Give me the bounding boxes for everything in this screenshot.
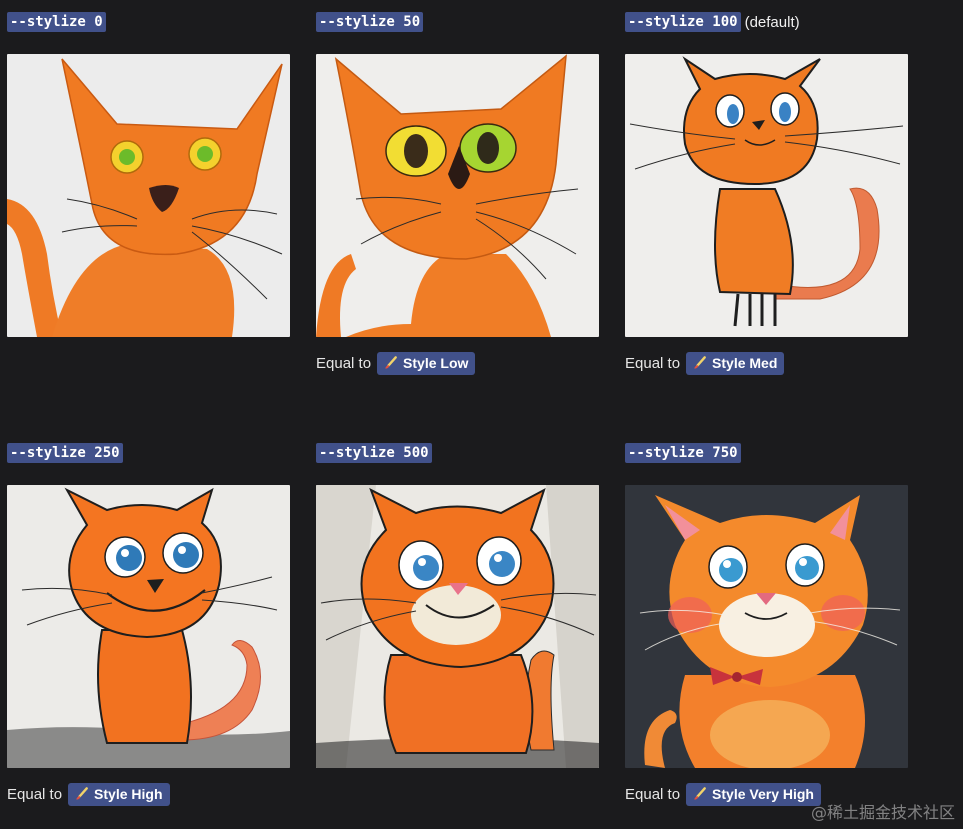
param-row: --stylize 0 — [7, 11, 297, 33]
param-tag: --stylize 100 — [625, 12, 741, 32]
equal-to-row: Equal to Style Very High — [625, 782, 821, 806]
param-tag: --stylize 50 — [316, 12, 424, 32]
param-row: --stylize 500 — [316, 442, 606, 464]
param-tag: --stylize 750 — [625, 443, 741, 463]
style-very-high-button[interactable]: Style Very High — [686, 782, 821, 806]
param-row: --stylize 250 — [7, 442, 297, 464]
style-high-button[interactable]: Style High — [68, 782, 170, 806]
cat-image-stylize-100[interactable] — [625, 54, 908, 337]
style-med-button[interactable]: Style Med — [686, 351, 785, 375]
param-row: --stylize 750 — [625, 442, 915, 464]
panel-stylize-0: --stylize 0 — [7, 11, 297, 33]
param-tag: --stylize 500 — [316, 443, 432, 463]
cat-drawing-crayon-500 — [316, 485, 599, 768]
cat-drawing-crayon-50 — [316, 54, 599, 337]
equal-to-label: Equal to — [625, 354, 681, 372]
equal-to-label: Equal to — [7, 785, 63, 803]
param-row: --stylize 100 (default) — [625, 11, 915, 33]
paintbrush-icon — [694, 786, 706, 800]
default-note: (default) — [744, 13, 800, 31]
param-tag: --stylize 0 — [7, 12, 106, 32]
style-pill-label: Style Low — [403, 355, 469, 371]
paintbrush-icon — [385, 355, 397, 369]
cat-drawing-crayon-250 — [7, 485, 290, 768]
paintbrush-icon — [694, 355, 706, 369]
panel-stylize-100: --stylize 100 (default) — [625, 11, 915, 33]
cat-image-stylize-50[interactable] — [316, 54, 599, 337]
cat-image-stylize-0[interactable] — [7, 54, 290, 337]
panel-stylize-250: --stylize 250 — [7, 442, 297, 464]
style-low-button[interactable]: Style Low — [377, 351, 476, 375]
panel-stylize-750: --stylize 750 — [625, 442, 915, 464]
equal-to-row: Equal to Style Med — [625, 351, 785, 375]
style-pill-label: Style Med — [712, 355, 778, 371]
param-row: --stylize 50 — [316, 11, 606, 33]
equal-to-row: Equal to Style High — [7, 782, 170, 806]
cat-image-stylize-250[interactable] — [7, 485, 290, 768]
equal-to-label: Equal to — [316, 354, 372, 372]
equal-to-label: Equal to — [625, 785, 681, 803]
cat-drawing-crayon-100 — [625, 54, 908, 337]
watermark: @稀土掘金技术社区 — [810, 803, 955, 822]
panel-stylize-500: --stylize 500 — [316, 442, 606, 464]
cat-image-stylize-750[interactable] — [625, 485, 908, 768]
cat-image-stylize-500[interactable] — [316, 485, 599, 768]
panel-stylize-50: --stylize 50 — [316, 11, 606, 33]
equal-to-row: Equal to Style Low — [316, 351, 476, 375]
paintbrush-icon — [76, 786, 88, 800]
stylize-comparison-grid: --stylize 0 --stylize 50 Equal to Style … — [0, 0, 963, 829]
param-tag: --stylize 250 — [7, 443, 123, 463]
cat-drawing-crayon-0 — [7, 54, 290, 337]
style-pill-label: Style Very High — [712, 786, 814, 802]
cat-painting-pastel-750 — [625, 485, 908, 768]
style-pill-label: Style High — [94, 786, 163, 802]
